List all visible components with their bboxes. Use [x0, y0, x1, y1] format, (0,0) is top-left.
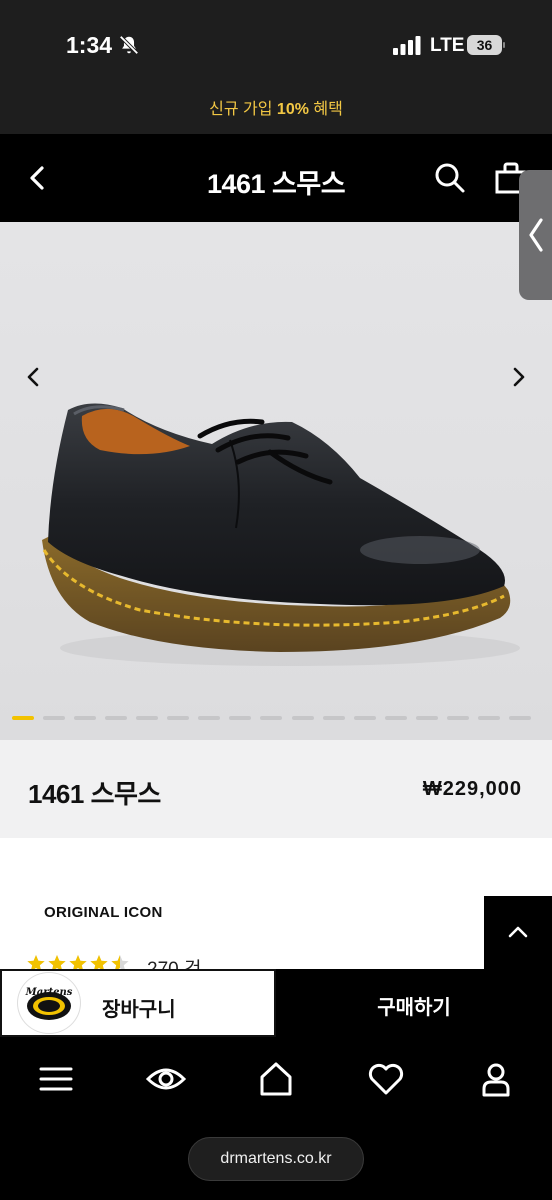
promo-prefix: 신규 가입	[209, 101, 277, 118]
bottom-tabbar: drmartens.co.kr	[0, 1037, 552, 1200]
gallery-dot[interactable]	[291, 716, 314, 720]
eye-icon[interactable]	[146, 1059, 186, 1099]
gallery-dot[interactable]	[353, 716, 376, 720]
buy-label: 구매하기	[377, 997, 451, 1019]
side-panel-handle[interactable]	[519, 170, 552, 300]
product-price: ₩229,000	[422, 778, 522, 800]
svg-text:Martens: Martens	[25, 987, 73, 998]
menu-icon[interactable]	[36, 1059, 76, 1099]
gallery-dot[interactable]	[198, 716, 221, 720]
promo-highlight: 10%	[276, 101, 309, 118]
status-time: 1:34	[66, 32, 113, 58]
gallery-dot[interactable]	[12, 716, 34, 720]
status-bar: 1:34 LTE 36	[0, 0, 552, 92]
collection-label: ORIGINAL ICON	[44, 904, 163, 921]
bell-muted-icon	[119, 35, 139, 55]
dr-martens-logo: Martens	[18, 973, 80, 1033]
cart-label: 장바구니	[102, 999, 176, 1021]
product-info: 1461 스무스 ₩229,000	[0, 740, 552, 838]
chevron-left-icon	[529, 218, 543, 252]
product-image	[42, 403, 520, 666]
gallery-dot[interactable]	[167, 716, 190, 720]
buy-now-button[interactable]: 구매하기	[276, 969, 552, 1037]
network-label: LTE	[430, 35, 465, 56]
user-icon[interactable]	[476, 1059, 516, 1099]
gallery-dot[interactable]	[384, 716, 407, 720]
battery-level: 36	[467, 35, 502, 55]
gallery-dot[interactable]	[136, 716, 159, 720]
browser-url-bar[interactable]: drmartens.co.kr	[188, 1137, 364, 1181]
header: 1461 스무스	[0, 134, 552, 222]
product-name: 1461 스무스	[28, 779, 161, 809]
gallery-next-icon[interactable]	[506, 364, 532, 390]
gallery-dot[interactable]	[322, 716, 345, 720]
battery-icon: 36	[467, 35, 505, 55]
search-icon[interactable]	[434, 162, 466, 194]
gallery-pagination	[12, 716, 542, 722]
gallery-dot[interactable]	[415, 716, 438, 720]
chevron-up-icon	[508, 926, 528, 938]
gallery-dot[interactable]	[105, 716, 128, 720]
gallery-dot[interactable]	[477, 716, 500, 720]
page-title: 1461 스무스	[206, 169, 346, 199]
gallery-dot[interactable]	[74, 716, 97, 720]
product-details: ORIGINAL ICON 270 건	[0, 838, 552, 980]
heart-icon[interactable]	[366, 1059, 406, 1099]
gallery-dot[interactable]	[508, 716, 531, 720]
signal-icon	[393, 36, 421, 55]
scroll-top-button[interactable]	[484, 896, 552, 972]
gallery-dot[interactable]	[260, 716, 283, 720]
gallery-dot[interactable]	[43, 716, 66, 720]
gallery-dot[interactable]	[446, 716, 469, 720]
gallery-prev-icon[interactable]	[20, 364, 46, 390]
promo-suffix: 혜택	[308, 101, 343, 118]
add-to-cart-button[interactable]: Martens 장바구니	[0, 969, 276, 1037]
promo-banner[interactable]: 신규 가입 10% 혜택	[0, 92, 552, 134]
home-icon[interactable]	[256, 1059, 296, 1099]
product-gallery[interactable]	[0, 222, 552, 740]
gallery-dot[interactable]	[229, 716, 252, 720]
